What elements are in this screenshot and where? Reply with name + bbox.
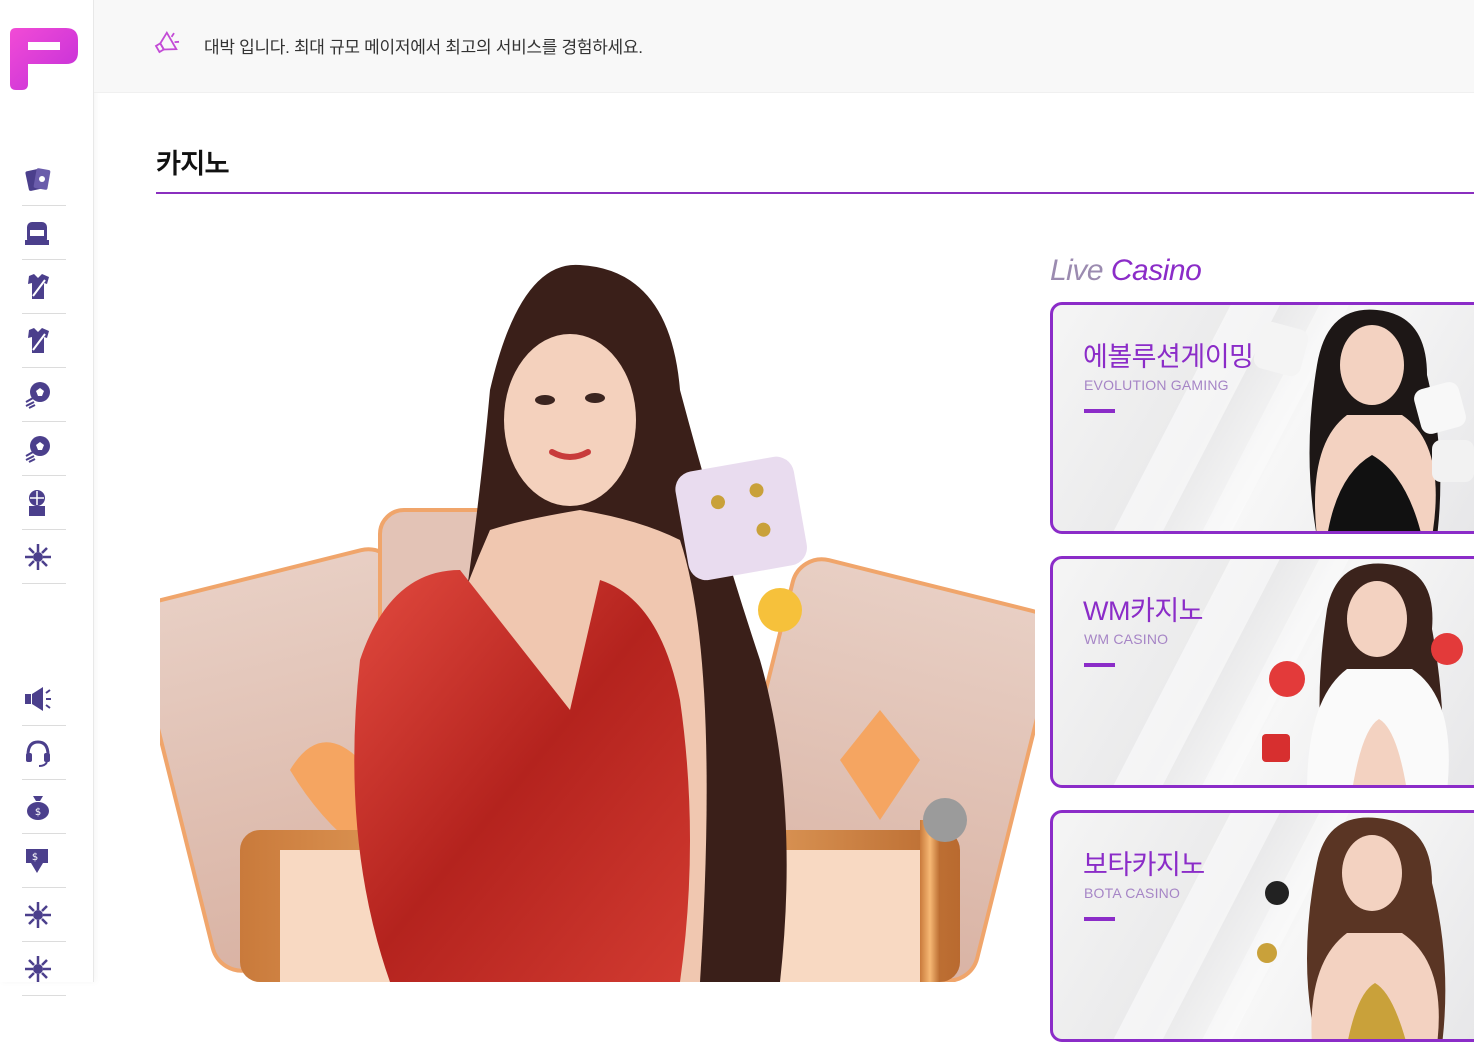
provider-card-wm[interactable]: WM카지노 WM CASINO (1050, 556, 1474, 788)
live-casino-title: Live Casino (1050, 254, 1202, 288)
provider-name-kr: 보타카지노 (1083, 850, 1205, 880)
sidebar-item-arcade[interactable] (22, 476, 66, 530)
provider-name-kr: WM카지노 (1083, 596, 1204, 626)
accent-dash (1084, 917, 1115, 921)
sidebar-nav-bottom: $ $ (22, 672, 66, 996)
sidebar-item-withdraw[interactable]: $ (22, 834, 66, 888)
sidebar-item-sports-1[interactable] (22, 260, 66, 314)
star-burst-icon (25, 543, 51, 570)
sidebar-nav-top (22, 152, 66, 584)
sidebar-item-deposit[interactable]: $ (22, 780, 66, 834)
money-bag-icon: $ (27, 795, 49, 820)
logo-icon (10, 28, 78, 90)
provider-name-en: BOTA CASINO (1084, 885, 1181, 901)
sports-jersey-icon (28, 327, 49, 353)
svg-text:$: $ (32, 852, 38, 863)
notice-bar: 대박 입니다. 최대 규모 메이저에서 최고의 서비스를 경험하세요. (94, 0, 1474, 93)
sidebar-item-sports-2[interactable] (22, 314, 66, 368)
page-title: 카지노 (156, 149, 230, 179)
sidebar-item-soccer-2[interactable] (22, 422, 66, 476)
provider-model-image (1253, 309, 1474, 531)
live-title-part1: Live (1050, 254, 1104, 287)
title-divider (156, 192, 1474, 194)
star-burst-icon (25, 955, 51, 982)
sidebar-item-event-3[interactable] (22, 942, 66, 996)
withdraw-icon: $ (26, 848, 48, 873)
accent-dash (1084, 663, 1115, 667)
provider-name-en: WM CASINO (1084, 631, 1169, 647)
cards-icon (25, 167, 51, 191)
soccer-ball-icon (25, 435, 50, 463)
sidebar-item-slot[interactable] (22, 206, 66, 260)
sidebar-item-notice[interactable] (22, 672, 66, 726)
provider-name-en: EVOLUTION GAMING (1084, 377, 1229, 393)
sidebar: $ $ (0, 0, 94, 996)
provider-card-evolution[interactable]: 에볼루션게이밍 EVOLUTION GAMING (1050, 302, 1474, 534)
soccer-ball-icon (25, 381, 50, 409)
provider-model-image (1257, 817, 1446, 1039)
provider-model-image (1262, 563, 1463, 785)
live-title-part2: Casino (1110, 254, 1202, 287)
sidebar-item-soccer-1[interactable] (22, 368, 66, 422)
arcade-game-icon (29, 489, 45, 516)
provider-name-kr: 에볼루션게이밍 (1083, 342, 1254, 372)
hero-illustration (160, 264, 1035, 982)
accent-dash (1084, 409, 1115, 413)
headset-icon (26, 739, 50, 767)
sidebar-item-events[interactable] (22, 530, 66, 584)
sidebar-item-casino[interactable] (22, 152, 66, 206)
notice-text: 대박 입니다. 최대 규모 메이저에서 최고의 서비스를 경험하세요. (204, 38, 643, 57)
star-burst-icon (25, 901, 51, 928)
svg-text:$: $ (35, 807, 41, 818)
sidebar-item-support[interactable] (22, 726, 66, 780)
megaphone-icon (154, 30, 180, 54)
sports-jersey-icon (28, 273, 49, 299)
slot-machine-icon (25, 221, 49, 245)
provider-card-bota[interactable]: 보타카지노 BOTA CASINO (1050, 810, 1474, 1042)
megaphone-icon (25, 686, 51, 711)
sidebar-item-event-2[interactable] (22, 888, 66, 942)
site-logo[interactable] (8, 26, 80, 92)
